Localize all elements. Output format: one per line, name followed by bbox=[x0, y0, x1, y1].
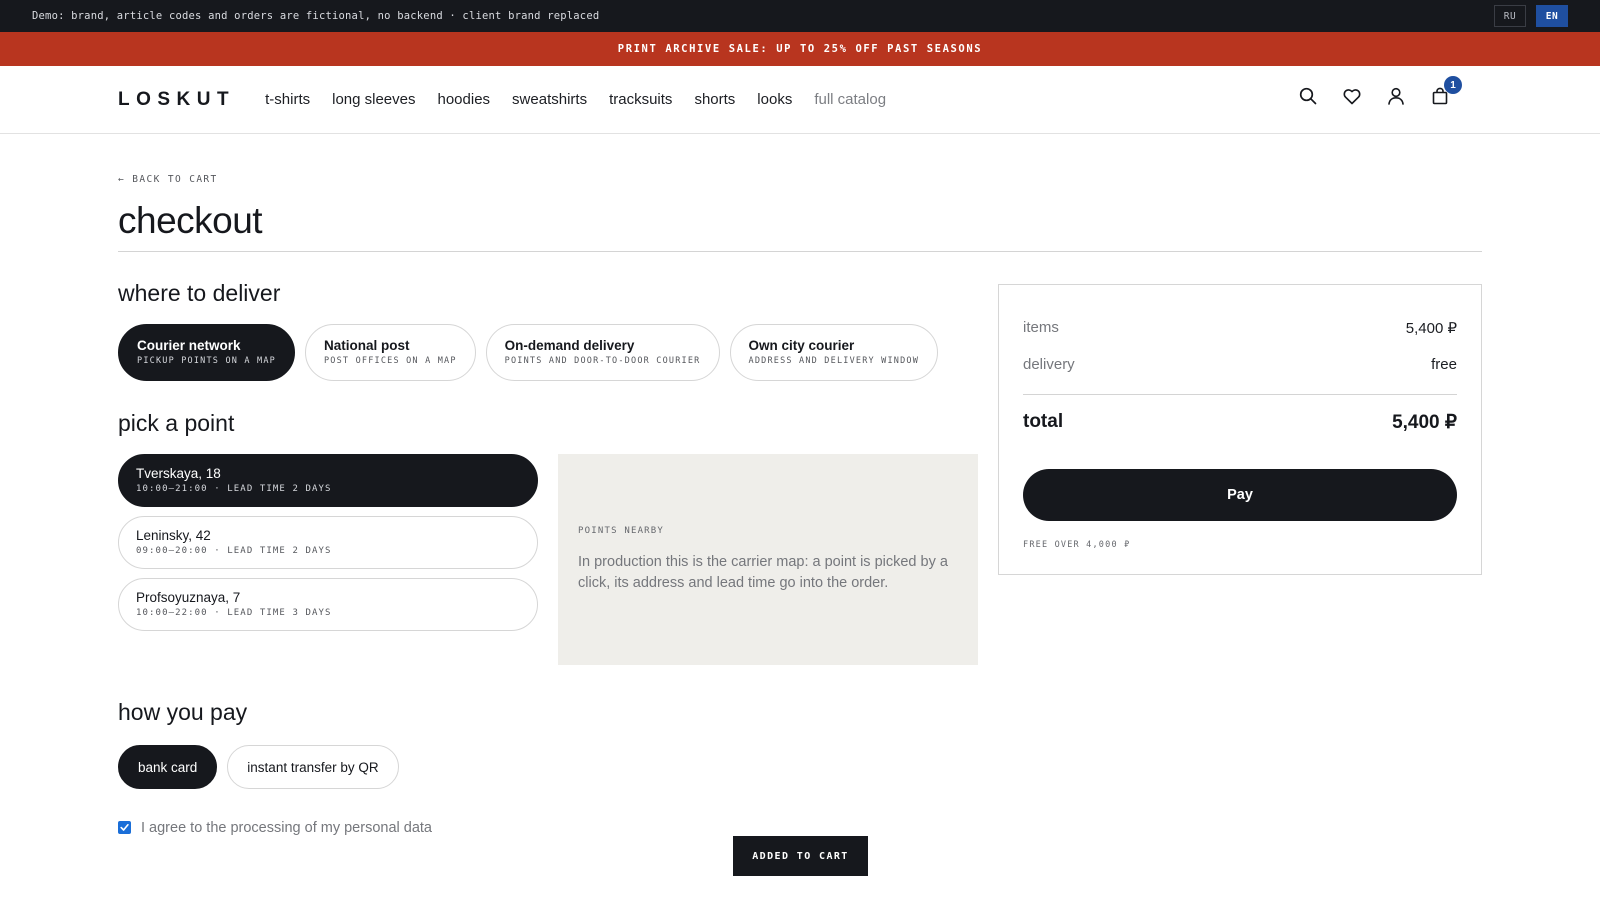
delivery-option-title: National post bbox=[323, 338, 410, 353]
main-nav: t-shirts long sleeves hoodies sweatshirt… bbox=[265, 91, 886, 108]
delivery-option-own-courier[interactable]: Own city courier ADDRESS AND DELIVERY WI… bbox=[729, 324, 939, 381]
nav-shorts[interactable]: shorts bbox=[694, 91, 735, 108]
payment-options: bank card instant transfer by QR bbox=[118, 745, 399, 789]
user-icon[interactable] bbox=[1386, 86, 1406, 106]
deliver-section-title: where to deliver bbox=[118, 280, 281, 306]
pay-button[interactable]: Pay bbox=[1023, 469, 1457, 521]
consent-checkbox[interactable] bbox=[118, 821, 131, 834]
summary-total-label: total bbox=[1023, 411, 1064, 432]
summary-total-value: 5,400 ₽ bbox=[1392, 412, 1457, 433]
delivery-option-subtitle: PICKUP POINTS ON A MAP bbox=[137, 356, 276, 366]
demo-notice: Demo: brand, article codes and orders ar… bbox=[32, 10, 600, 22]
pickup-point-item[interactable]: Tverskaya, 18 10:00–21:00 · LEAD TIME 2 … bbox=[118, 454, 538, 507]
consent-label[interactable]: I agree to the processing of my personal… bbox=[141, 820, 432, 836]
added-to-cart-toast: ADDED TO CART bbox=[733, 836, 868, 876]
nav-tshirts[interactable]: t-shirts bbox=[265, 91, 310, 108]
delivery-option-courier-network[interactable]: Courier network PICKUP POINTS ON A MAP bbox=[118, 324, 295, 381]
delivery-option-title: Courier network bbox=[137, 338, 241, 353]
bag-icon[interactable]: 1 bbox=[1430, 76, 1462, 106]
nav-full-catalog[interactable]: full catalog bbox=[814, 91, 886, 108]
delivery-option-subtitle: ADDRESS AND DELIVERY WINDOW bbox=[748, 356, 920, 366]
pickup-point-name: Tverskaya, 18 bbox=[136, 466, 221, 481]
summary-total-row: total 5,400 ₽ bbox=[1023, 411, 1457, 434]
consent-row: I agree to the processing of my personal… bbox=[118, 820, 432, 836]
delivery-option-on-demand[interactable]: On-demand delivery POINTS AND DOOR-TO-DO… bbox=[485, 324, 720, 381]
language-switcher: RU EN bbox=[1494, 5, 1568, 27]
map-placeholder[interactable]: POINTS NEARBY In production this is the … bbox=[558, 454, 978, 665]
pay-section-title: how you pay bbox=[118, 699, 248, 725]
delivery-option-subtitle: POST OFFICES ON A MAP bbox=[323, 356, 457, 366]
pickup-point-item[interactable]: Profsoyuznaya, 7 10:00–22:00 · LEAD TIME… bbox=[118, 578, 538, 631]
summary-items-value: 5,400 ₽ bbox=[1405, 320, 1457, 337]
page-title: checkout bbox=[118, 200, 263, 241]
summary-items-label: items bbox=[1023, 319, 1059, 336]
pickup-point-meta: 10:00–22:00 · LEAD TIME 3 DAYS bbox=[136, 608, 332, 618]
pickup-point-item[interactable]: Leninsky, 42 09:00–20:00 · LEAD TIME 2 D… bbox=[118, 516, 538, 569]
sale-banner[interactable]: PRINT ARCHIVE SALE: UP TO 25% OFF PAST S… bbox=[0, 32, 1600, 66]
summary-items-row: items 5,400 ₽ bbox=[1023, 319, 1457, 337]
pickup-points-list: Tverskaya, 18 10:00–21:00 · LEAD TIME 2 … bbox=[118, 454, 538, 631]
pay-option-bank-card[interactable]: bank card bbox=[118, 745, 218, 789]
nav-long-sleeves[interactable]: long sleeves bbox=[332, 91, 415, 108]
delivery-option-title: On-demand delivery bbox=[504, 338, 635, 353]
nav-tracksuits[interactable]: tracksuits bbox=[609, 91, 672, 108]
title-divider bbox=[118, 251, 1482, 252]
cart-count-badge: 1 bbox=[1444, 76, 1462, 94]
heart-icon[interactable] bbox=[1342, 86, 1362, 106]
back-to-cart-link[interactable]: ← BACK TO CART bbox=[118, 174, 218, 185]
lang-en-button[interactable]: EN bbox=[1536, 5, 1568, 27]
free-delivery-note: FREE OVER 4,000 ₽ bbox=[1023, 540, 1131, 550]
pickup-point-meta: 09:00–20:00 · LEAD TIME 2 DAYS bbox=[136, 546, 332, 556]
summary-delivery-value: free bbox=[1431, 356, 1457, 373]
pickup-point-name: Leninsky, 42 bbox=[136, 528, 211, 543]
order-summary: items 5,400 ₽ delivery free total 5,400 … bbox=[998, 284, 1482, 575]
site-header: LOSKUT t-shirts long sleeves hoodies swe… bbox=[0, 66, 1600, 134]
summary-delivery-label: delivery bbox=[1023, 356, 1075, 373]
delivery-option-national-post[interactable]: National post POST OFFICES ON A MAP bbox=[304, 324, 476, 381]
summary-delivery-row: delivery free bbox=[1023, 356, 1457, 373]
pay-option-qr-transfer[interactable]: instant transfer by QR bbox=[227, 745, 399, 789]
search-icon[interactable] bbox=[1298, 86, 1318, 106]
nav-hoodies[interactable]: hoodies bbox=[438, 91, 491, 108]
check-icon bbox=[120, 824, 129, 831]
pickup-point-meta: 10:00–21:00 · LEAD TIME 2 DAYS bbox=[136, 484, 332, 494]
summary-divider bbox=[1023, 394, 1457, 395]
map-description: In production this is the carrier map: a… bbox=[578, 554, 948, 591]
map-label: POINTS NEARBY bbox=[578, 526, 665, 536]
delivery-options: Courier network PICKUP POINTS ON A MAP N… bbox=[118, 324, 939, 381]
nav-looks[interactable]: looks bbox=[757, 91, 792, 108]
lang-ru-button[interactable]: RU bbox=[1494, 5, 1526, 27]
pickup-point-name: Profsoyuznaya, 7 bbox=[136, 590, 241, 605]
demo-bar: Demo: brand, article codes and orders ar… bbox=[0, 0, 1600, 32]
delivery-option-title: Own city courier bbox=[748, 338, 855, 353]
header-actions: 1 bbox=[1298, 76, 1462, 106]
logo[interactable]: LOSKUT bbox=[118, 89, 235, 111]
nav-sweatshirts[interactable]: sweatshirts bbox=[512, 91, 587, 108]
point-section-title: pick a point bbox=[118, 410, 235, 436]
delivery-option-subtitle: POINTS AND DOOR-TO-DOOR COURIER bbox=[504, 356, 701, 366]
